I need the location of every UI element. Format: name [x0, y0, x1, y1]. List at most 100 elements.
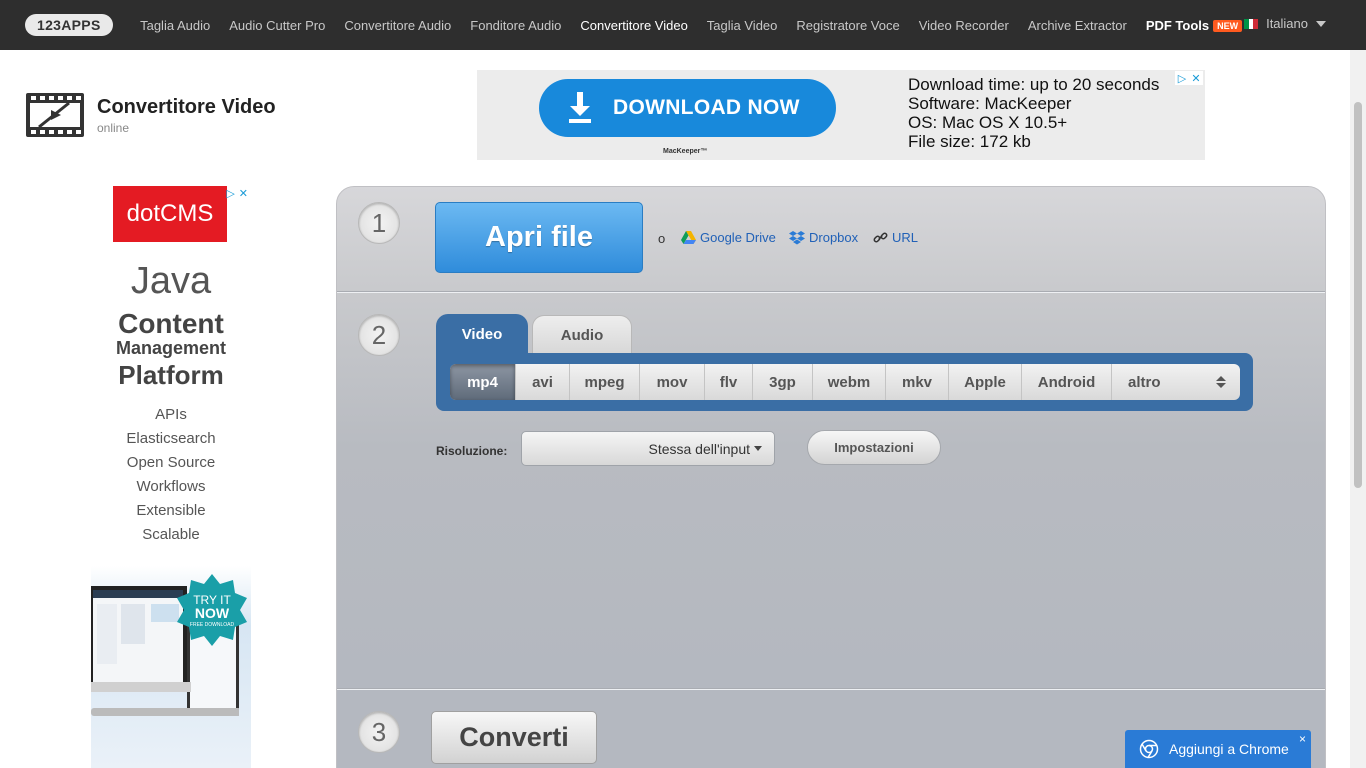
app-header: Convertitore Video online	[25, 90, 276, 140]
dotcms-logo: dotCMS	[113, 186, 227, 242]
new-badge: NEW	[1213, 19, 1243, 32]
format-option-mkv[interactable]: mkv	[886, 364, 949, 400]
convert-button[interactable]: Converti	[431, 711, 597, 764]
google-drive-label: Google Drive	[700, 230, 776, 245]
ad-download-label: DOWNLOAD NOW	[613, 96, 800, 119]
video-film-icon	[26, 93, 84, 137]
ad-headline-content: Content	[118, 308, 224, 339]
google-drive-link[interactable]: Google Drive	[681, 230, 776, 245]
resolution-select[interactable]: Stessa dell'input	[521, 431, 775, 466]
badge-line-3: FREE DOWNLOAD	[190, 622, 235, 628]
page-title: Convertitore Video	[97, 95, 276, 118]
nav-link-registratore-voce[interactable]: Registratore Voce	[796, 18, 899, 33]
ad-headline-platform: Platform	[118, 360, 224, 390]
or-label: o	[658, 231, 666, 246]
resolution-label: Risoluzione:	[436, 444, 508, 458]
page-subtitle: online	[97, 120, 130, 135]
google-drive-icon	[681, 231, 696, 244]
ad-banner-top[interactable]: DOWNLOAD NOW MacKeeper™ Download time: u…	[477, 70, 1205, 160]
format-option-mpeg[interactable]: mpeg	[570, 364, 640, 400]
chevron-down-icon	[1316, 20, 1326, 27]
tab-video[interactable]: Video	[436, 314, 528, 354]
ad-feature: Workflows	[136, 478, 206, 495]
italy-flag-icon	[1244, 18, 1259, 29]
ad-info-line: OS: Mac OS X 10.5+	[908, 113, 1068, 132]
dropbox-label: Dropbox	[809, 230, 859, 245]
dropbox-icon	[789, 230, 805, 244]
pdf-tools-label: PDF Tools	[1145, 17, 1210, 33]
converter-panel: 1 Apri file o Google Drive Dropbox URL 2…	[336, 186, 1326, 768]
scrollbar-thumb[interactable]	[1354, 102, 1362, 488]
language-label: Italiano	[1266, 16, 1308, 31]
close-icon[interactable]: ✕	[1189, 71, 1203, 85]
ad-headline-management: Management	[115, 338, 227, 358]
nav-link-fonditore-audio[interactable]: Fonditore Audio	[470, 18, 561, 33]
ad-choices[interactable]: ▷ ✕	[226, 187, 248, 200]
ad-feature: Extensible	[136, 502, 206, 519]
format-list: mp4 avi mpeg mov flv 3gp webm mkv Apple …	[450, 364, 1240, 400]
format-option-apple[interactable]: Apple	[949, 364, 1022, 400]
step-1-number: 1	[358, 202, 400, 244]
format-option-flv[interactable]: flv	[705, 364, 753, 400]
resolution-value: Stessa dell'input	[648, 440, 750, 457]
download-icon	[569, 92, 591, 123]
badge-line-2: NOW	[195, 605, 230, 621]
site-logo[interactable]: 123APPS	[25, 14, 113, 36]
ad-choices-icon[interactable]: ▷	[1175, 71, 1189, 85]
format-option-mp4[interactable]: mp4	[450, 364, 516, 400]
format-option-webm[interactable]: webm	[813, 364, 886, 400]
format-option-mov[interactable]: mov	[640, 364, 705, 400]
ad-feature: Open Source	[126, 454, 216, 471]
ad-info: Download time: up to 20 seconds Software…	[908, 75, 1159, 151]
nav-link-taglia-video[interactable]: Taglia Video	[707, 18, 778, 33]
ad-download-button[interactable]: DOWNLOAD NOW	[539, 79, 836, 137]
add-to-chrome-popup[interactable]: Aggiungi a Chrome ×	[1125, 730, 1311, 768]
ad-brand: MacKeeper™	[663, 148, 708, 155]
ad-info-line: Software: MacKeeper	[908, 94, 1072, 113]
step-3-number: 3	[358, 711, 400, 753]
chevron-down-icon	[754, 446, 762, 451]
url-link[interactable]: URL	[873, 230, 918, 245]
nav-link-audio-cutter-pro[interactable]: Audio Cutter Pro	[229, 18, 325, 33]
updown-arrows-icon	[1216, 376, 1226, 388]
add-to-chrome-label: Aggiungi a Chrome	[1169, 741, 1289, 757]
top-nav: 123APPS Taglia Audio Audio Cutter Pro Co…	[0, 0, 1366, 50]
link-icon	[873, 232, 888, 243]
app-title-block: Convertitore Video online	[97, 96, 276, 135]
nav-link-convertitore-audio[interactable]: Convertitore Audio	[344, 18, 451, 33]
nav-link-convertitore-video[interactable]: Convertitore Video	[580, 18, 687, 33]
format-option-3gp[interactable]: 3gp	[753, 364, 813, 400]
nav-link-archive-extractor[interactable]: Archive Extractor	[1028, 18, 1127, 33]
nav-link-pdf-tools[interactable]: PDF Tools NEW	[1145, 17, 1243, 33]
step-2-number: 2	[358, 314, 400, 356]
ad-feature: Elasticsearch	[126, 430, 216, 447]
close-icon[interactable]: ✕	[239, 187, 248, 200]
close-icon[interactable]: ×	[1299, 732, 1306, 746]
format-option-altro[interactable]: altro	[1112, 364, 1240, 400]
tab-audio[interactable]: Audio	[532, 315, 632, 354]
format-bar: mp4 avi mpeg mov flv 3gp webm mkv Apple …	[436, 353, 1253, 411]
ad-banner-side[interactable]: dotCMS ▷ ✕ Java Content Management Platf…	[91, 186, 251, 768]
chrome-icon	[1139, 739, 1159, 759]
open-file-button[interactable]: Apri file	[435, 202, 643, 273]
format-option-android[interactable]: Android	[1022, 364, 1112, 400]
step-divider	[337, 291, 1325, 293]
nav-links: Taglia Audio Audio Cutter Pro Convertito…	[131, 18, 1252, 33]
nav-link-video-recorder[interactable]: Video Recorder	[919, 18, 1009, 33]
ad-feature: APIs	[155, 406, 187, 423]
ad-choices[interactable]: ▷ ✕	[1175, 71, 1203, 85]
ad-headline-java: Java	[130, 260, 212, 302]
format-option-avi[interactable]: avi	[516, 364, 570, 400]
nav-link-taglia-audio[interactable]: Taglia Audio	[140, 18, 210, 33]
try-it-now-badge: TRY IT NOW FREE DOWNLOAD	[177, 574, 247, 646]
url-label: URL	[892, 230, 919, 245]
page-scrollbar[interactable]	[1350, 50, 1366, 768]
dropbox-link[interactable]: Dropbox	[789, 230, 858, 245]
step-divider	[337, 688, 1325, 690]
ad-info-line: File size: 172 kb	[908, 132, 1031, 151]
language-selector[interactable]: Italiano	[1244, 16, 1326, 31]
format-altro-label: altro	[1128, 373, 1161, 391]
ad-choices-icon[interactable]: ▷	[226, 187, 234, 200]
settings-button[interactable]: Impostazioni	[807, 430, 941, 465]
ad-feature: Scalable	[142, 526, 200, 543]
